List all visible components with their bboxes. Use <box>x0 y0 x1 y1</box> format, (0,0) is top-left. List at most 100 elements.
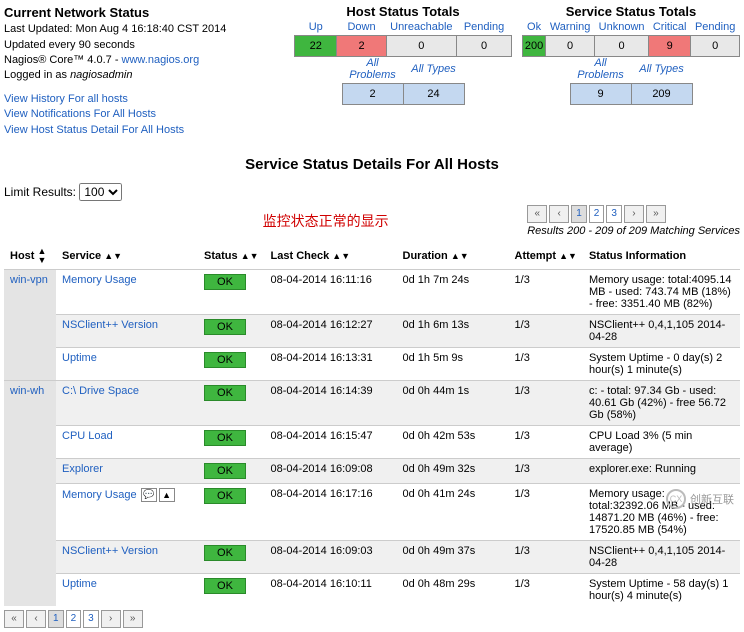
flap-icon[interactable]: ▲ <box>159 488 175 502</box>
host-unreachable-count[interactable]: 0 <box>386 36 456 57</box>
service-link[interactable]: C:\ Drive Space <box>62 385 139 397</box>
host-down-header[interactable]: Down <box>347 21 375 33</box>
pager-next-icon[interactable]: › <box>624 205 644 223</box>
host-cell[interactable]: win-wh <box>4 380 56 606</box>
link-view-host-detail[interactable]: View Host Status Detail For All Hosts <box>4 124 184 136</box>
service-cell: Explorer <box>56 458 198 483</box>
sort-icon[interactable]: ▲▼ <box>451 252 469 261</box>
table-row: NSClient++ VersionOK08-04-2014 16:09:030… <box>4 540 740 573</box>
service-cell: NSClient++ Version <box>56 314 198 347</box>
last-check-cell: 08-04-2014 16:09:08 <box>265 458 397 483</box>
svc-pending-header[interactable]: Pending <box>695 21 735 33</box>
svc-all-problems-count[interactable]: 9 <box>570 84 631 105</box>
status-badge: OK <box>204 385 246 401</box>
col-host[interactable]: Host ▲▼ <box>4 243 56 270</box>
sort-icon[interactable]: ▲▼ <box>332 252 350 261</box>
pager-prev-icon[interactable]: ‹ <box>26 610 46 628</box>
pager-prev-icon[interactable]: ‹ <box>549 205 569 223</box>
pager-page-2[interactable]: 2 <box>66 610 82 628</box>
svc-critical-count[interactable]: 9 <box>649 36 691 57</box>
service-status-totals: Service Status Totals Ok Warning Unknown… <box>522 4 740 105</box>
last-updated: Last Updated: Mon Aug 4 16:18:40 CST 201… <box>4 22 284 37</box>
link-view-history[interactable]: View History For all hosts <box>4 93 128 105</box>
host-all-problems-count[interactable]: 2 <box>342 84 403 105</box>
pager-page-3[interactable]: 3 <box>83 610 99 628</box>
link-view-notifications[interactable]: View Notifications For All Hosts <box>4 108 156 120</box>
duration-cell: 0d 1h 6m 13s <box>397 314 509 347</box>
svc-unknown-count[interactable]: 0 <box>595 36 649 57</box>
sort-icon[interactable]: ▲▼ <box>104 252 122 261</box>
service-link[interactable]: Memory Usage <box>62 489 137 501</box>
svc-pending-count[interactable]: 0 <box>691 36 740 57</box>
host-pending-count[interactable]: 0 <box>457 36 512 57</box>
attempt-cell: 1/3 <box>509 347 583 380</box>
host-cell[interactable]: win-vpn <box>4 269 56 380</box>
info-cell: Memory usage: total:4095.14 MB - used: 7… <box>583 269 740 314</box>
pager-next-icon[interactable]: › <box>101 610 121 628</box>
status-badge: OK <box>204 545 246 561</box>
limit-results-select[interactable]: 100 <box>79 183 122 201</box>
host-up-header[interactable]: Up <box>309 21 323 33</box>
pager-top: « ‹ 1 2 3 › » <box>527 205 740 223</box>
service-link[interactable]: NSClient++ Version <box>62 545 158 557</box>
host-link[interactable]: win-wh <box>10 385 44 397</box>
host-all-problems-header[interactable]: All Problems <box>349 57 395 81</box>
svc-warning-count[interactable]: 0 <box>546 36 595 57</box>
col-service[interactable]: Service ▲▼ <box>56 243 198 270</box>
service-link[interactable]: Uptime <box>62 578 97 590</box>
pager-page-3[interactable]: 3 <box>606 205 622 223</box>
service-link[interactable]: Explorer <box>62 463 103 475</box>
svc-all-problems-header[interactable]: All Problems <box>577 57 623 81</box>
pager-last-icon[interactable]: » <box>646 205 666 223</box>
status-cell: OK <box>198 483 265 540</box>
product-line: Nagios® Core™ 4.0.7 - www.nagios.org <box>4 53 284 68</box>
host-pending-header[interactable]: Pending <box>464 21 504 33</box>
svc-critical-header[interactable]: Critical <box>653 21 687 33</box>
svc-all-types-count[interactable]: 209 <box>631 84 692 105</box>
duration-cell: 0d 0h 41m 24s <box>397 483 509 540</box>
svc-warning-header[interactable]: Warning <box>550 21 591 33</box>
col-attempt[interactable]: Attempt ▲▼ <box>509 243 583 270</box>
last-check-cell: 08-04-2014 16:12:27 <box>265 314 397 347</box>
status-cell: OK <box>198 573 265 606</box>
attempt-cell: 1/3 <box>509 314 583 347</box>
col-status[interactable]: Status ▲▼ <box>198 243 265 270</box>
details-title: Service Status Details For All Hosts <box>4 156 740 173</box>
service-link[interactable]: Uptime <box>62 352 97 364</box>
sort-icon[interactable]: ▲▼ <box>559 252 577 261</box>
host-up-count[interactable]: 22 <box>295 36 337 57</box>
table-row: UptimeOK08-04-2014 16:10:110d 0h 48m 29s… <box>4 573 740 606</box>
col-duration[interactable]: Duration ▲▼ <box>397 243 509 270</box>
host-unreachable-header[interactable]: Unreachable <box>390 21 452 33</box>
host-all-types-count[interactable]: 24 <box>403 84 464 105</box>
svc-unknown-header[interactable]: Unknown <box>599 21 645 33</box>
pager-last-icon[interactable]: » <box>123 610 143 628</box>
pager-page-1[interactable]: 1 <box>571 205 587 223</box>
host-link[interactable]: win-vpn <box>10 274 48 286</box>
service-link[interactable]: Memory Usage <box>62 274 137 286</box>
duration-cell: 0d 0h 44m 1s <box>397 380 509 425</box>
comment-icon[interactable]: 💬 <box>141 488 157 502</box>
status-badge: OK <box>204 463 246 479</box>
svc-ok-count[interactable]: 200 <box>523 36 546 57</box>
product-link[interactable]: www.nagios.org <box>122 54 200 66</box>
last-check-cell: 08-04-2014 16:13:31 <box>265 347 397 380</box>
table-row: Memory Usage💬▲OK08-04-2014 16:17:160d 0h… <box>4 483 740 540</box>
annotation-text: 监控状态正常的显示 <box>124 211 527 231</box>
pager-first-icon[interactable]: « <box>4 610 24 628</box>
pager-first-icon[interactable]: « <box>527 205 547 223</box>
table-row: win-vpnMemory UsageOK08-04-2014 16:11:16… <box>4 269 740 314</box>
sort-icon[interactable]: ▲▼ <box>38 247 47 265</box>
sort-icon[interactable]: ▲▼ <box>241 252 259 261</box>
service-link[interactable]: CPU Load <box>62 430 113 442</box>
service-link[interactable]: NSClient++ Version <box>62 319 158 331</box>
watermark: CX 创新互联 <box>666 489 734 509</box>
pager-page-2[interactable]: 2 <box>589 205 605 223</box>
svc-ok-header[interactable]: Ok <box>527 21 541 33</box>
col-lastcheck[interactable]: Last Check ▲▼ <box>265 243 397 270</box>
service-cell: Memory Usage 💬▲ <box>56 483 198 540</box>
host-all-types-header[interactable]: All Types <box>411 63 455 75</box>
host-down-count[interactable]: 2 <box>337 36 386 57</box>
svc-all-types-header[interactable]: All Types <box>639 63 683 75</box>
pager-page-1[interactable]: 1 <box>48 610 64 628</box>
